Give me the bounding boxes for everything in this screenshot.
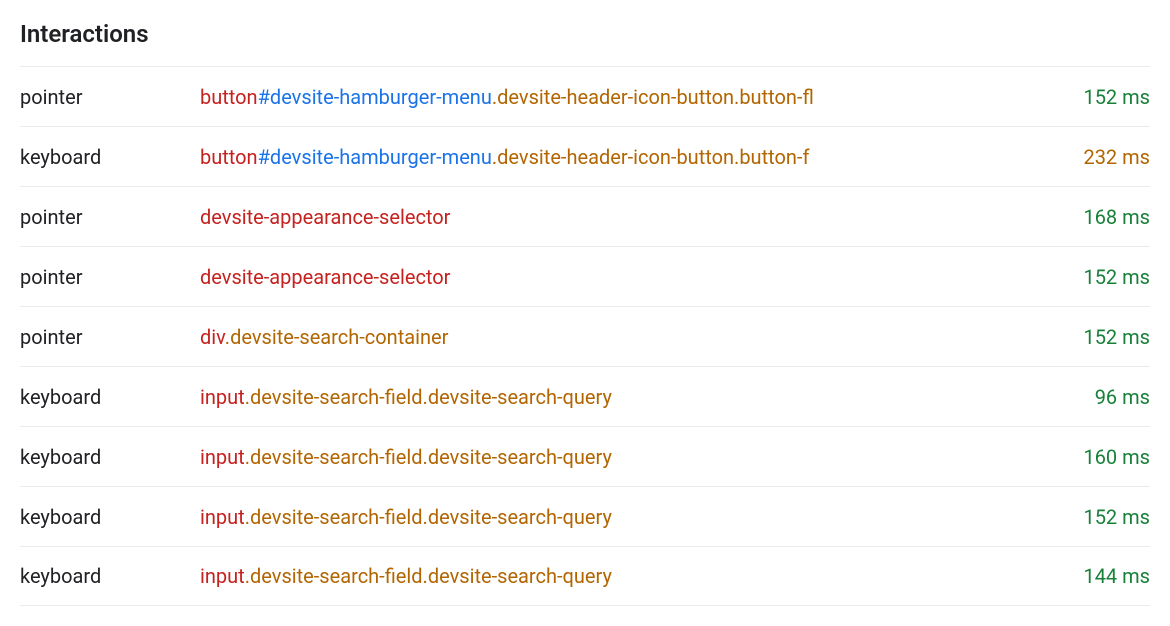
- interaction-duration: 144 ms: [1083, 564, 1150, 588]
- interaction-duration: 152 ms: [1083, 265, 1150, 289]
- interaction-type: keyboard: [20, 145, 200, 169]
- interaction-type: pointer: [20, 205, 200, 229]
- interaction-selector: button#devsite-hamburger-menu.devsite-he…: [200, 85, 1083, 109]
- interaction-duration: 152 ms: [1083, 85, 1150, 109]
- interaction-row[interactable]: keyboardinput.devsite-search-field.devsi…: [20, 426, 1150, 486]
- section-title: Interactions: [20, 20, 1150, 48]
- interaction-type: keyboard: [20, 564, 200, 588]
- interaction-duration: 168 ms: [1083, 205, 1150, 229]
- selector-tag: div: [200, 325, 225, 349]
- interaction-row[interactable]: pointerbutton#devsite-hamburger-menu.dev…: [20, 66, 1150, 126]
- interaction-duration: 152 ms: [1083, 325, 1150, 349]
- interaction-row[interactable]: keyboardinput.devsite-search-field.devsi…: [20, 486, 1150, 546]
- interaction-row[interactable]: pointerdiv.devsite-search-container152 m…: [20, 306, 1150, 366]
- selector-tag: input: [200, 564, 245, 588]
- interaction-row[interactable]: pointerdevsite-appearance-selector 152 ms: [20, 246, 1150, 306]
- interaction-selector: input.devsite-search-field.devsite-searc…: [200, 445, 1083, 469]
- selector-tag: devsite-appearance-selector: [200, 205, 450, 229]
- interaction-type: keyboard: [20, 385, 200, 409]
- selector-cls: .devsite-header-icon-button.button-fl: [492, 85, 814, 109]
- selector-id: #devsite-hamburger-menu: [258, 85, 492, 109]
- interaction-type: pointer: [20, 325, 200, 349]
- interaction-selector: button#devsite-hamburger-menu.devsite-he…: [200, 145, 1083, 169]
- selector-tag: input: [200, 505, 245, 529]
- interaction-duration: 160 ms: [1083, 445, 1150, 469]
- interaction-duration: 232 ms: [1083, 145, 1150, 169]
- selector-tag: button: [200, 85, 258, 109]
- selector-tag: input: [200, 445, 245, 469]
- selector-cls: .devsite-search-field.devsite-search-que…: [245, 564, 612, 588]
- interaction-selector: devsite-appearance-selector: [200, 265, 1083, 289]
- interaction-duration: 96 ms: [1095, 385, 1150, 409]
- interaction-type: keyboard: [20, 445, 200, 469]
- interactions-panel: Interactions pointerbutton#devsite-hambu…: [20, 20, 1150, 606]
- selector-cls: .devsite-search-container: [225, 325, 449, 349]
- interactions-list: pointerbutton#devsite-hamburger-menu.dev…: [20, 66, 1150, 606]
- selector-cls: .devsite-header-icon-button.button-f: [492, 145, 810, 169]
- selector-tag: button: [200, 145, 258, 169]
- interaction-duration: 152 ms: [1083, 505, 1150, 529]
- interaction-type: pointer: [20, 85, 200, 109]
- selector-cls: .devsite-search-field.devsite-search-que…: [245, 505, 612, 529]
- interaction-selector: devsite-appearance-selector: [200, 205, 1083, 229]
- selector-id: #devsite-hamburger-menu: [258, 145, 492, 169]
- interaction-row[interactable]: keyboardinput.devsite-search-field.devsi…: [20, 546, 1150, 606]
- interaction-selector: input.devsite-search-field.devsite-searc…: [200, 385, 1095, 409]
- selector-tag: devsite-appearance-selector: [200, 265, 450, 289]
- interaction-type: pointer: [20, 265, 200, 289]
- interaction-type: keyboard: [20, 505, 200, 529]
- interaction-selector: div.devsite-search-container: [200, 325, 1083, 349]
- interaction-row[interactable]: pointerdevsite-appearance-selector 168 ms: [20, 186, 1150, 246]
- interaction-row[interactable]: keyboardbutton#devsite-hamburger-menu.de…: [20, 126, 1150, 186]
- interaction-selector: input.devsite-search-field.devsite-searc…: [200, 505, 1083, 529]
- interaction-row[interactable]: keyboardinput.devsite-search-field.devsi…: [20, 366, 1150, 426]
- interaction-selector: input.devsite-search-field.devsite-searc…: [200, 564, 1083, 588]
- selector-cls: .devsite-search-field.devsite-search-que…: [245, 385, 612, 409]
- selector-tag: input: [200, 385, 245, 409]
- selector-cls: .devsite-search-field.devsite-search-que…: [245, 445, 612, 469]
